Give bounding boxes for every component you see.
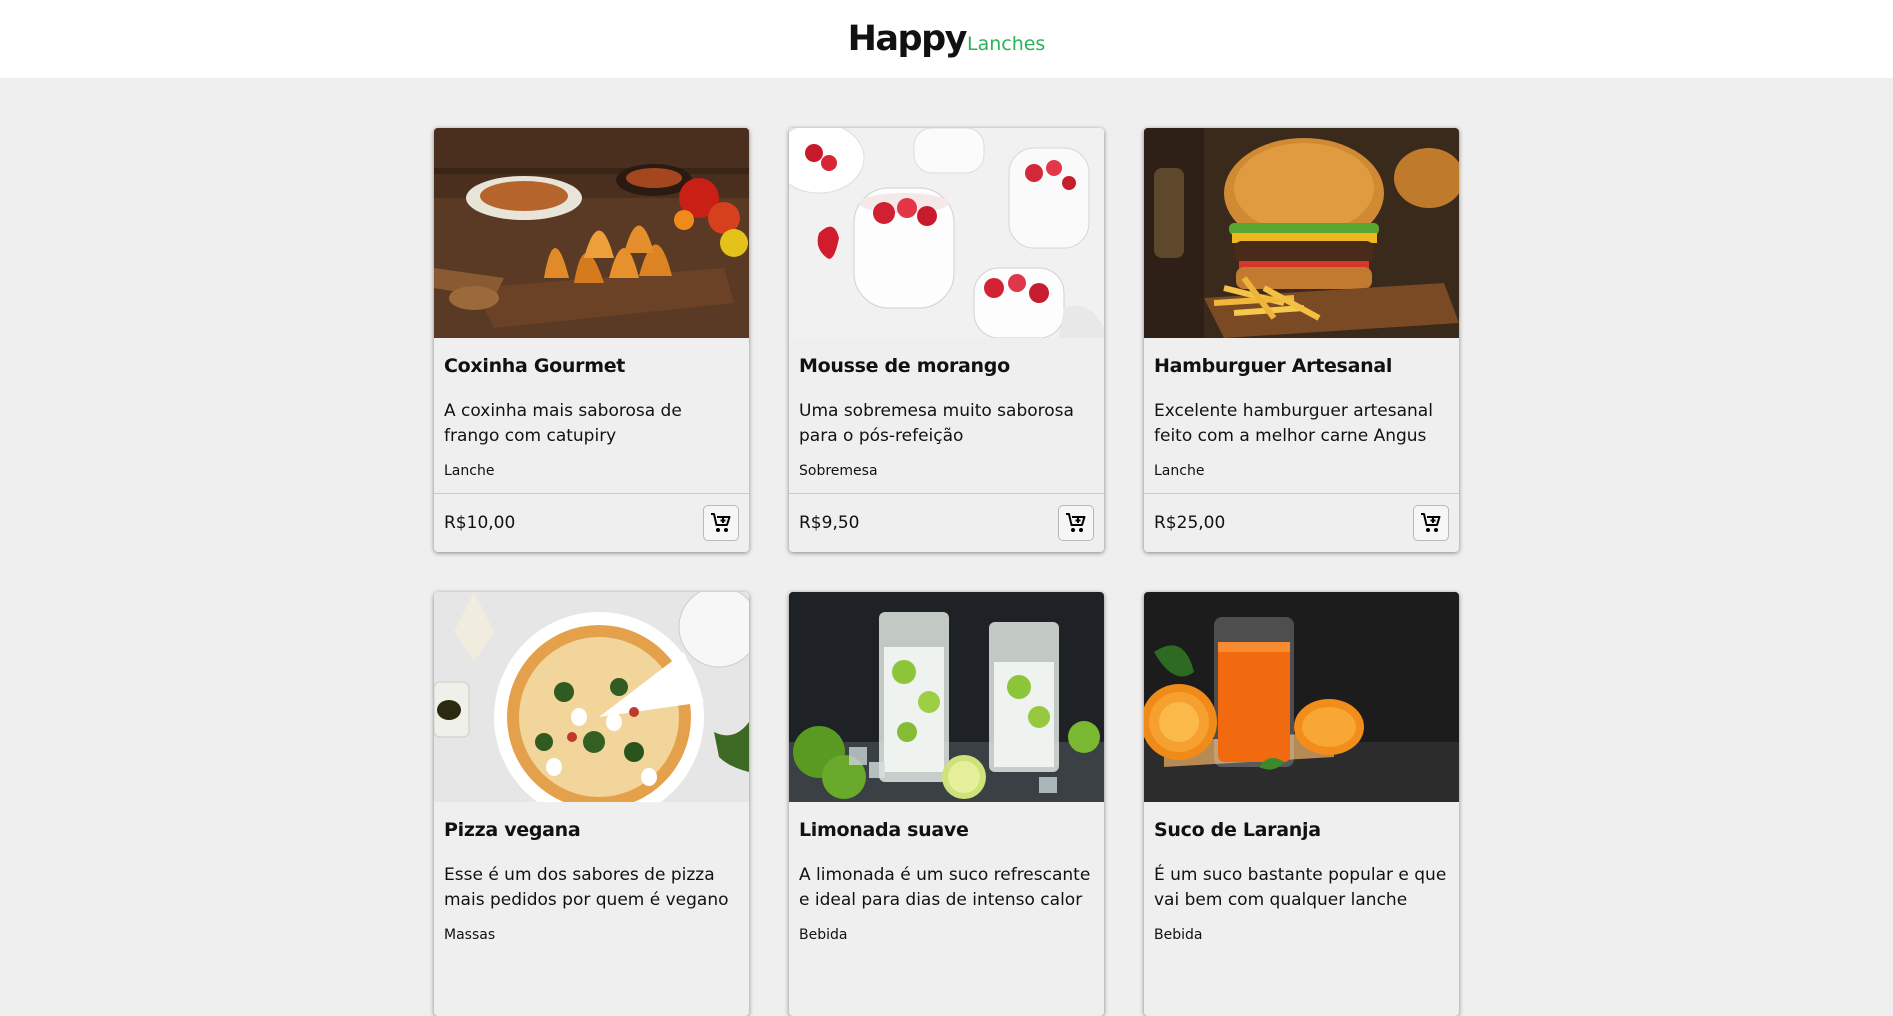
product-title: Limonada suave [799,819,969,841]
product-category: Lanche [444,463,495,479]
coxinha-photo [434,128,749,338]
logo-sub-text: Lanches [966,33,1046,55]
add-to-cart-icon [1421,512,1441,532]
product-title: Coxinha Gourmet [444,355,626,377]
card-footer: R$25,00 [1144,493,1459,551]
product-card: Pizza vegana Esse é um dos sabores de pi… [434,592,749,1016]
site-header: Happy Lanches [0,0,1893,78]
product-card: Hamburguer Artesanal Excelente hamburgue… [1144,128,1459,552]
burger-photo [1144,128,1459,338]
product-description: Excelente hamburguer artesanal feito com… [1154,401,1433,446]
strawberry-mousse-photo [789,128,1104,338]
product-title: Pizza vegana [444,819,581,841]
logo[interactable]: Happy Lanches [848,19,1046,59]
product-category: Bebida [1154,927,1203,943]
product-description: A coxinha mais saborosa de frango com ca… [444,401,682,446]
product-title: Mousse de morango [799,355,1010,377]
add-to-cart-button[interactable] [1413,504,1449,541]
product-category: Massas [444,927,496,943]
product-price: R$9,50 [799,512,860,533]
add-to-cart-button[interactable] [1058,504,1094,541]
product-price: R$10,00 [444,512,516,533]
product-category: Bebida [799,927,848,943]
card-footer: R$10,00 [434,493,749,551]
product-card: Mousse de morango Uma sobremesa muito sa… [789,128,1104,552]
add-to-cart-icon [1066,512,1086,532]
orange-juice-photo [1144,592,1459,802]
card-footer: R$9,50 [789,493,1104,551]
product-description: Uma sobremesa muito saborosa para o pós-… [799,401,1074,446]
product-description: É um suco bastante popular e que vai bem… [1154,865,1447,910]
product-price: R$25,00 [1154,512,1226,533]
product-card: Limonada suave A limonada é um suco refr… [789,592,1104,1016]
logo-main-text: Happy [847,19,968,59]
product-title: Suco de Laranja [1154,819,1321,841]
product-card: Suco de Laranja É um suco bastante popul… [1144,592,1459,1016]
product-grid: Coxinha Gourmet A coxinha mais saborosa … [434,128,1459,1016]
product-card: Coxinha Gourmet A coxinha mais saborosa … [434,128,749,552]
product-description: A limonada é um suco refrescante e ideal… [799,865,1091,910]
product-description: Esse é um dos sabores de pizza mais pedi… [444,865,729,910]
product-title: Hamburguer Artesanal [1154,355,1393,377]
pizza-photo [434,592,749,802]
add-to-cart-icon [711,512,731,532]
product-category: Sobremesa [799,463,878,479]
lemonade-photo [789,592,1104,802]
product-category: Lanche [1154,463,1205,479]
add-to-cart-button[interactable] [703,504,739,541]
